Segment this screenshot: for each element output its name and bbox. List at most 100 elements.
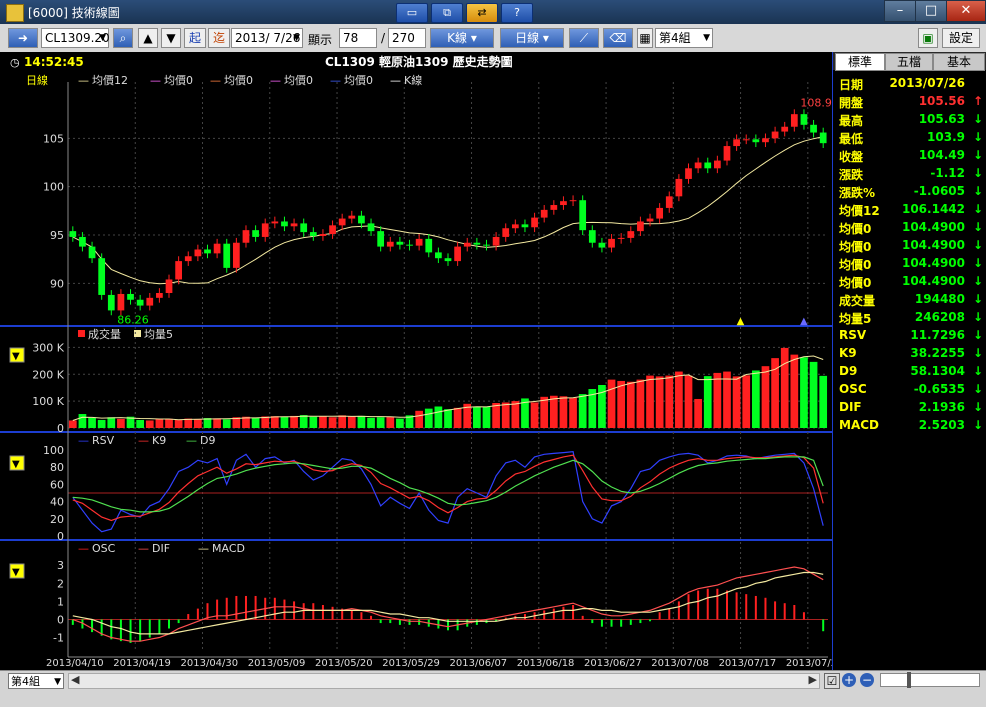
minimize-button[interactable]: – [884, 0, 916, 22]
quote-value: -0.6535 [913, 382, 965, 396]
price-tick-label: 95 [50, 229, 64, 242]
total-count-field: 270 [388, 28, 426, 48]
quote-label: 均價0 [839, 258, 872, 272]
maximize-button[interactable]: □ [915, 0, 947, 22]
candle-body [665, 196, 673, 208]
kd-tick-label: 80 [50, 461, 64, 474]
eraser-button[interactable]: ⌫ [603, 28, 633, 48]
quote-value: 2013/07/26 [889, 76, 965, 90]
quote-label: RSV [839, 328, 867, 342]
arrow-down-icon: ↓ [972, 292, 983, 306]
chevron-down-icon: ▼ [12, 459, 20, 470]
settings-button[interactable]: 設定 [942, 28, 980, 48]
quote-value: 2.1936 [918, 400, 965, 414]
candle-body [242, 230, 250, 243]
legend-label: RSV [92, 434, 115, 447]
candle-body [98, 258, 106, 295]
volume-bar [665, 375, 674, 428]
candle-body [637, 221, 644, 232]
candle-body [627, 231, 635, 238]
chevron-down-icon: ▼ [703, 33, 710, 43]
arrow-down-icon: ↓ [972, 148, 983, 162]
chart-area[interactable]: ◷ 14:52:45 CL1309 輕原油1309 歷史走勢圖 日線 — 均價12… [0, 52, 843, 670]
candle-body [261, 223, 269, 237]
price-panel: ▲ ▲ [69, 109, 827, 327]
quote-value: 105.63 [918, 112, 965, 126]
volume-bar [424, 408, 433, 428]
volume-bar [184, 418, 193, 428]
date-tick-label: 2013/04/30 [181, 658, 239, 669]
symbol-input[interactable]: CL1309.20 ▼ [41, 28, 110, 48]
search-icon: ⌕ [119, 31, 127, 45]
prev-button[interactable]: ▲ [138, 28, 158, 48]
quote-label: 均價12 [839, 204, 880, 218]
date-tick-label: 2013/07/08 [651, 658, 709, 669]
layout-button[interactable]: ▭ [396, 3, 428, 23]
status-bar: 第4組 ▼ ◀ ▶ ☑ + − [0, 670, 986, 707]
show-count-input[interactable]: 78 [339, 28, 377, 48]
start-date-button[interactable]: 起 [184, 28, 206, 48]
quote-label: 均價0 [839, 276, 872, 290]
group-select[interactable]: 第4組 ▼ [655, 28, 713, 48]
volume-bar [338, 415, 347, 428]
candle-body [569, 200, 577, 202]
quote-value: 103.9 [927, 130, 965, 144]
search-button[interactable]: ⌕ [113, 28, 133, 48]
grid-button[interactable]: ▦ [637, 28, 653, 48]
zoom-slider-handle[interactable] [907, 672, 911, 688]
zoom-in-button[interactable]: + [842, 673, 856, 687]
excel-button[interactable]: ▣ [918, 28, 938, 48]
period-dropdown[interactable]: 日線 ▾ [500, 28, 564, 48]
quote-label: DIF [839, 400, 862, 414]
zoom-slider[interactable] [880, 672, 980, 688]
candle-body [550, 205, 558, 210]
clock-icon: ◷ [10, 56, 20, 69]
sidebar-tabs: 標準 五檔 基本 [833, 52, 986, 71]
quote-label: 均價0 [839, 222, 872, 236]
volume-bar [809, 361, 818, 428]
volume-bar [482, 407, 491, 428]
candle-body [377, 231, 385, 247]
volume-bar [68, 420, 77, 428]
scroll-right-icon: ▶ [808, 673, 817, 686]
zoom-out-button[interactable]: − [860, 673, 874, 687]
volume-bar [511, 401, 520, 428]
draw-line-button[interactable]: ⟋ [569, 28, 599, 48]
legend-swatch [78, 330, 85, 337]
time-scrollbar[interactable]: ◀ ▶ [68, 673, 820, 689]
link-button[interactable]: ⇄ [466, 3, 498, 23]
volume-bar [155, 419, 164, 428]
draw-line-icon: ⟋ [579, 31, 589, 45]
window-arrange-button[interactable]: ⧉ [431, 3, 463, 23]
group-select-bottom[interactable]: 第4組 ▼ [8, 673, 64, 689]
next-button[interactable]: ▼ [161, 28, 181, 48]
close-button[interactable]: ✕ [946, 0, 986, 22]
end-date-button[interactable]: 迄 [208, 28, 230, 48]
quote-value: 105.56 [918, 94, 965, 108]
date-tick-label: 2013/06/18 [517, 658, 575, 669]
volume-bar [299, 415, 308, 428]
goto-button[interactable]: ➜ [8, 28, 38, 48]
arrow-down-icon: ↓ [972, 382, 983, 396]
chart-canvas[interactable]: ◷ 14:52:45 CL1309 輕原油1309 歷史走勢圖 日線 — 均價12… [0, 52, 843, 670]
quote-row: RSV 11.7296 ↓ [837, 328, 985, 346]
volume-bar [213, 418, 221, 428]
date-input[interactable]: 2013/ 7/26 ▼ [231, 28, 303, 48]
tab-standard[interactable]: 標準 [835, 53, 885, 71]
arrow-down-icon: ↓ [972, 202, 983, 216]
kline-dropdown[interactable]: K線 ▾ [430, 28, 494, 48]
candle-body [386, 241, 394, 247]
tab-basic[interactable]: 基本 [933, 53, 985, 71]
tab-five-level[interactable]: 五檔 [885, 53, 933, 71]
excel-icon: ▣ [922, 31, 934, 45]
help-button[interactable]: ? [501, 3, 533, 23]
quote-value: 104.49 [918, 148, 965, 162]
candle-body [656, 207, 664, 219]
quote-value: 104.4900 [901, 220, 965, 234]
quote-row: K9 38.2255 ↓ [837, 346, 985, 364]
checkbox-toggle[interactable]: ☑ [824, 673, 840, 689]
candle-body [521, 224, 529, 228]
volume-bar [280, 416, 289, 428]
volume-bar [270, 416, 279, 428]
volume-bar [819, 375, 828, 428]
